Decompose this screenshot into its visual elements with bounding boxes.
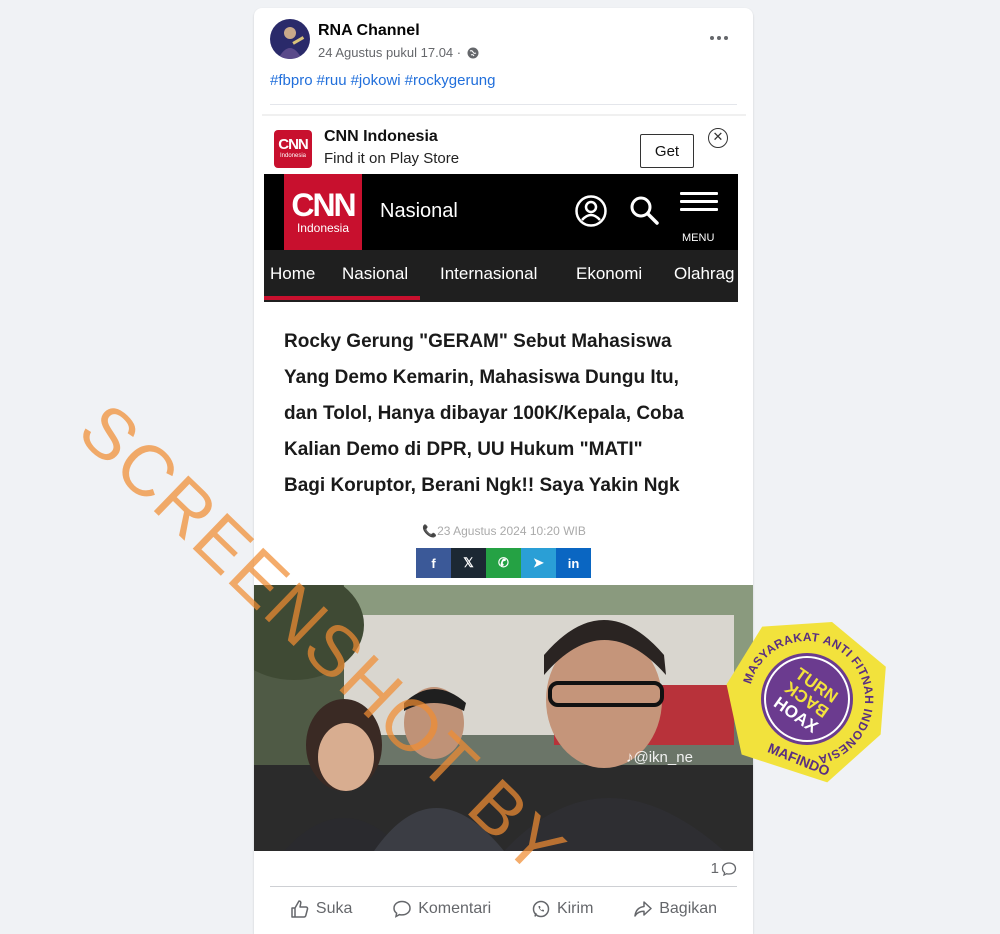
logo-subtext: Indonesia [296,221,350,235]
post-timestamp[interactable]: 24 Agustus pukul 17.04 · [318,45,479,62]
cnn-nav-bar: Home Nasional Internasional Ekonomi Olah… [264,250,738,302]
post-actions: Suka Komentari Kirim Bagikan [270,890,737,928]
hamburger-menu-icon [680,192,718,216]
headline-line: Rocky Gerung "GERAM" Sebut Mahasiswa [284,331,672,352]
nav-item-ekonomi: Ekonomi [576,264,643,283]
app-ad-banner: CNN Indonesia CNN Indonesia Find it on P… [262,114,746,174]
facebook-share-icon: f [416,548,451,578]
hashtag-link[interactable]: #rockygerung [405,72,496,89]
comment-icon [393,900,411,918]
article-headline: Rocky Gerung "GERAM" Sebut Mahasiswa Yan… [284,324,734,504]
send-label[interactable]: Kirim [557,900,593,918]
whatsapp-icon [532,900,550,918]
section-title: Nasional [380,200,458,222]
thumbs-up-icon [291,900,309,918]
like-label[interactable]: Suka [316,900,352,918]
shared-screenshot[interactable]: CNN Indonesia CNN Indonesia Find it on P… [262,114,746,586]
get-app-button: Get [640,134,694,168]
nav-item-nasional: Nasional [342,264,409,283]
ad-subtitle: Find it on Play Store [324,150,460,167]
hashtag-link[interactable]: #jokowi [351,72,401,89]
post-header: RNA Channel 24 Agustus pukul 17.04 · [254,8,753,68]
share-label[interactable]: Bagikan [659,900,717,918]
logo-subtext: Indonesia [279,153,307,159]
whatsapp-share-icon: ✆ [486,548,521,578]
globe-icon [467,47,479,62]
cnn-header-bar: CNN Indonesia Nasional MENU [264,174,738,250]
divider [270,886,737,887]
like-button[interactable]: Suka [290,890,352,928]
cnn-logo: CNN Indonesia [284,174,362,250]
ad-title: CNN Indonesia [324,128,438,145]
menu-label: MENU [682,232,715,244]
nav-active-indicator [264,296,420,300]
headline-line: Bagi Koruptor, Berani Ngk!! Saya Yakin N… [284,475,680,496]
comment-label[interactable]: Komentari [418,900,491,918]
linkedin-share-icon: in [556,548,591,578]
article-date: 📞23 Agustus 2024 10:20 WIB [422,524,586,538]
headline-line: Kalian Demo di DPR, UU Hukum "MATI" [284,439,643,460]
close-icon: ✕ [708,128,728,148]
user-icon [574,194,608,233]
timestamp-text[interactable]: 24 Agustus pukul 17.04 · [318,45,461,60]
headline-line: dan Tolol, Hanya dibayar 100K/Kepala, Co… [284,403,684,424]
comment-button[interactable]: Komentari [392,890,491,928]
nav-item-olahraga: Olahrag [674,264,735,283]
share-buttons: f 𝕏 ✆ ➤ in [416,548,591,578]
page-avatar[interactable] [270,19,310,59]
more-options-icon[interactable] [701,26,737,50]
comment-bubble-icon [721,861,737,876]
mafindo-badge: MASYARAKAT ANTI FITNAH INDONESIA TURN BA… [722,614,892,784]
comment-count-link[interactable]: 1 [711,860,737,877]
hashtags: #fbpro #ruu #jokowi #rockygerung [270,72,500,89]
nav-item-internasional: Internasional [440,264,538,283]
nav-item-home: Home [270,264,316,283]
cnn-app-logo: CNN Indonesia [274,130,312,168]
hashtag-link[interactable]: #ruu [317,72,347,89]
logo-text: CNN [278,136,308,153]
search-icon [628,194,660,231]
headline-line: Yang Demo Kemarin, Mahasiswa Dungu Itu, [284,367,679,388]
comment-count[interactable]: 1 [711,860,719,877]
share-button[interactable]: Bagikan [633,890,717,928]
telegram-share-icon: ➤ [521,548,556,578]
tiktok-watermark: ♪@ikn_ne [626,749,693,766]
logo-text: CNN [291,187,356,223]
x-share-icon: 𝕏 [451,548,486,578]
divider [270,104,737,105]
page-name-link[interactable]: RNA Channel [318,22,420,40]
share-arrow-icon [634,901,652,917]
hashtag-link[interactable]: #fbpro [270,72,313,89]
send-button[interactable]: Kirim [531,890,593,928]
